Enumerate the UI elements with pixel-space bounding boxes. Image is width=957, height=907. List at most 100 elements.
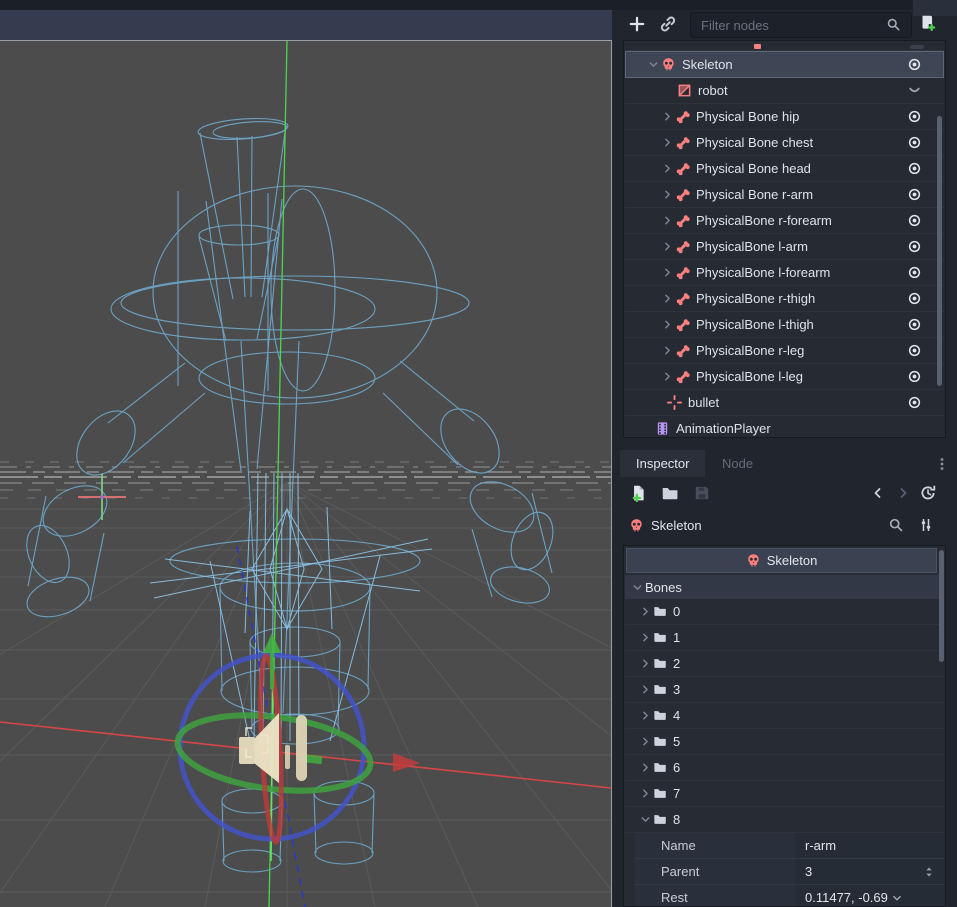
- bone-icon: [675, 187, 690, 202]
- bone-index: 0: [673, 604, 680, 619]
- tree-node-physical-bone[interactable]: Physical Bone hip: [625, 103, 944, 130]
- folder-icon: [653, 682, 667, 696]
- scene-tree-scrollbar[interactable]: [937, 116, 942, 386]
- expand-arrow-icon[interactable]: [659, 214, 675, 227]
- search-properties-icon[interactable]: [888, 517, 904, 538]
- tree-node-physical-bone[interactable]: PhysicalBone r-forearm: [625, 207, 944, 234]
- skeleton-skull-icon: [661, 57, 676, 72]
- expand-arrow-icon[interactable]: [659, 292, 675, 305]
- tree-node-physical-bone[interactable]: PhysicalBone r-thigh: [625, 285, 944, 312]
- property-value-field[interactable]: 3: [795, 859, 944, 885]
- instance-scene-button[interactable]: [659, 15, 677, 38]
- expand-arrow-icon[interactable]: [637, 761, 653, 774]
- bone-item[interactable]: 7: [625, 780, 944, 807]
- visibility-eye-icon[interactable]: [907, 135, 922, 150]
- visibility-eye-icon[interactable]: [907, 343, 922, 358]
- tree-node-bullet[interactable]: bullet: [625, 389, 944, 416]
- property-value: r-arm: [805, 838, 836, 853]
- history-back-button[interactable]: [870, 485, 886, 506]
- tree-node-physical-bone[interactable]: PhysicalBone l-thigh: [625, 311, 944, 338]
- expand-arrow-icon[interactable]: [659, 162, 675, 175]
- expand-arrow-icon[interactable]: [659, 188, 675, 201]
- add-node-button[interactable]: [628, 15, 646, 38]
- expand-arrow-icon[interactable]: [659, 266, 675, 279]
- visibility-eye-icon[interactable]: [907, 291, 922, 306]
- tree-node-physical-bone[interactable]: PhysicalBone l-leg: [625, 363, 944, 390]
- visibility-eye-icon[interactable]: [907, 187, 922, 202]
- bone-item[interactable]: 3: [625, 676, 944, 703]
- 3d-viewport-canvas[interactable]: [0, 41, 611, 907]
- expand-arrow-icon[interactable]: [659, 240, 675, 253]
- collapse-arrow-icon[interactable]: [645, 58, 661, 71]
- attach-script-button[interactable]: [918, 14, 936, 37]
- expand-arrow-icon[interactable]: [659, 344, 675, 357]
- object-history-button[interactable]: [919, 484, 937, 507]
- visibility-eye-icon[interactable]: [907, 161, 922, 176]
- tab-inspector[interactable]: Inspector: [620, 450, 705, 477]
- bone-icon: [675, 161, 690, 176]
- new-resource-button[interactable]: [629, 484, 647, 507]
- tree-node-skeleton[interactable]: Skeleton: [625, 51, 944, 78]
- visibility-eye-icon[interactable]: [907, 369, 922, 384]
- history-forward-button[interactable]: [895, 485, 911, 506]
- visibility-eye-icon[interactable]: [907, 265, 922, 280]
- category-bones[interactable]: Bones: [625, 575, 944, 599]
- bone-icon: [675, 317, 690, 332]
- position-crosshair-icon: [667, 395, 682, 410]
- property-value-field[interactable]: 0.11477, -0.69: [795, 885, 944, 907]
- tree-node-physical-bone[interactable]: Physical Bone chest: [625, 129, 944, 156]
- bone-icon: [675, 213, 690, 228]
- bone-item[interactable]: 1: [625, 624, 944, 651]
- tree-node-animationplayer[interactable]: AnimationPlayer: [625, 415, 944, 438]
- tree-node-physical-bone[interactable]: Physical Bone head: [625, 155, 944, 182]
- godot-editor-window: Skeleton robot Physical Bone hip Physica…: [0, 0, 957, 907]
- inspector-object-header[interactable]: Skeleton: [626, 548, 937, 573]
- tree-node-robot[interactable]: robot: [625, 77, 944, 104]
- expand-arrow-icon[interactable]: [637, 605, 653, 618]
- tab-node[interactable]: Node: [706, 450, 769, 477]
- bone-item[interactable]: 6: [625, 754, 944, 781]
- expand-arrow-icon[interactable]: [637, 735, 653, 748]
- expand-arrow-icon[interactable]: [659, 110, 675, 123]
- tree-node-label: PhysicalBone r-leg: [696, 343, 804, 358]
- visibility-eye-icon[interactable]: [907, 109, 922, 124]
- tree-node-physical-bone[interactable]: PhysicalBone l-arm: [625, 233, 944, 260]
- instance-arc-icon[interactable]: [907, 83, 922, 98]
- property-tools-icon[interactable]: [918, 517, 934, 538]
- expand-arrow-icon[interactable]: [637, 683, 653, 696]
- dock-menu-dots-icon[interactable]: [934, 456, 950, 477]
- dropdown-chevron-icon[interactable]: [890, 891, 904, 905]
- visibility-eye-icon[interactable]: [907, 317, 922, 332]
- expand-arrow-icon[interactable]: [659, 318, 675, 331]
- expand-arrow-icon[interactable]: [637, 657, 653, 670]
- bone-item[interactable]: 5: [625, 728, 944, 755]
- expand-arrow-icon[interactable]: [637, 631, 653, 644]
- save-resource-button[interactable]: [693, 484, 711, 507]
- expand-arrow-icon[interactable]: [637, 709, 653, 722]
- filter-nodes-input[interactable]: [690, 12, 912, 38]
- expand-arrow-icon[interactable]: [659, 136, 675, 149]
- bone-item[interactable]: 4: [625, 702, 944, 729]
- collapse-arrow-icon[interactable]: [637, 813, 653, 826]
- property-value-field[interactable]: r-arm: [795, 833, 944, 859]
- inspector-object-title: Skeleton: [767, 553, 818, 568]
- tree-node-physical-bone[interactable]: PhysicalBone r-leg: [625, 337, 944, 364]
- visibility-eye-icon[interactable]: [907, 239, 922, 254]
- load-resource-button[interactable]: [661, 484, 679, 507]
- visibility-eye-icon[interactable]: [907, 395, 922, 410]
- visibility-eye-icon[interactable]: [907, 57, 922, 72]
- folder-icon: [653, 760, 667, 774]
- bone-item-expanded[interactable]: 8: [625, 806, 944, 833]
- expand-arrow-icon[interactable]: [659, 370, 675, 383]
- spinner-updown-icon[interactable]: [922, 865, 936, 879]
- bone-item[interactable]: 0: [625, 598, 944, 625]
- tree-node-physical-bone[interactable]: PhysicalBone l-forearm: [625, 259, 944, 286]
- property-row-parent: Parent 3: [635, 859, 944, 885]
- folder-icon: [653, 604, 667, 618]
- visibility-eye-icon[interactable]: [907, 213, 922, 228]
- inspector-scrollbar[interactable]: [939, 550, 944, 662]
- bone-item[interactable]: 2: [625, 650, 944, 677]
- expand-arrow-icon[interactable]: [637, 787, 653, 800]
- tree-node-physical-bone[interactable]: Physical Bone r-arm: [625, 181, 944, 208]
- bone-icon: [675, 239, 690, 254]
